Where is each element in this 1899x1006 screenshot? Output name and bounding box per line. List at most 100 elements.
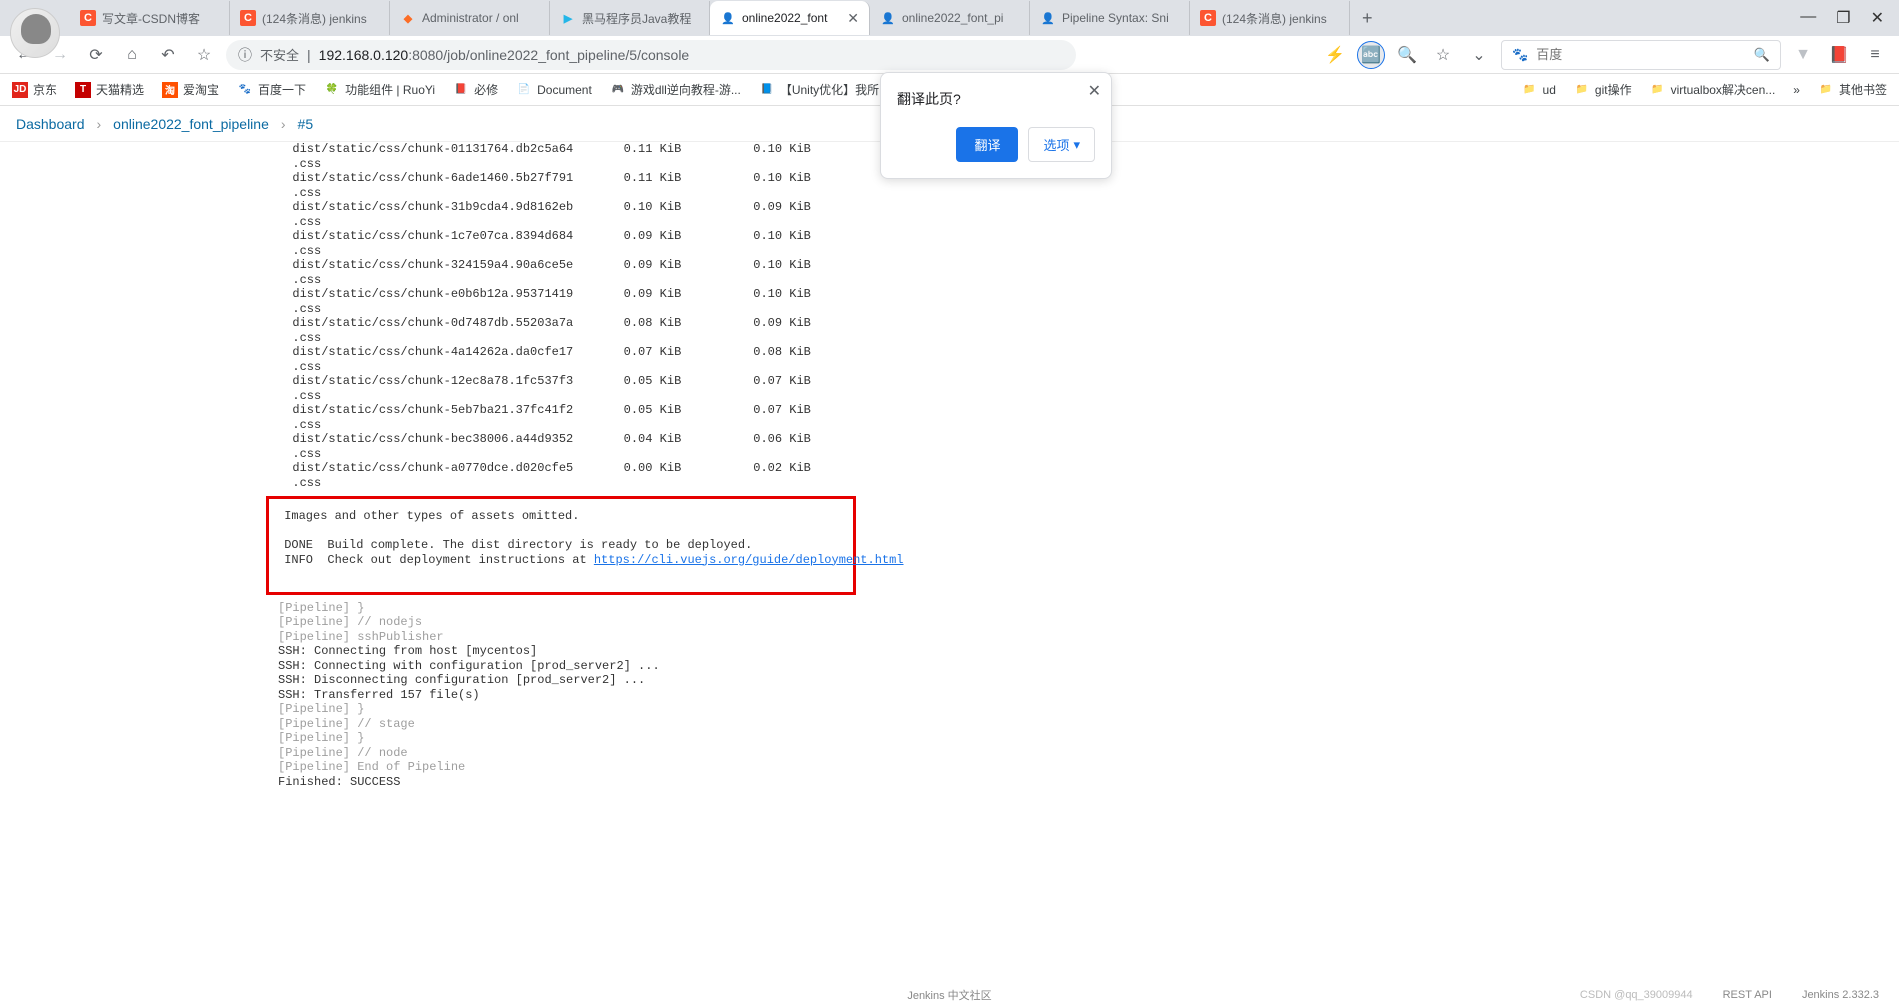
translate-button[interactable]: 翻译	[956, 127, 1018, 162]
home-button[interactable]: ⌂	[118, 41, 146, 69]
bookmark-item[interactable]: 淘爱淘宝	[162, 81, 219, 98]
rest-api-link[interactable]: REST API	[1723, 989, 1772, 1001]
bookmark-label: 【Unity优化】我所...	[780, 81, 889, 98]
browser-tab[interactable]: 👤online2022_font✕	[710, 1, 870, 35]
translate-title: 翻译此页?	[897, 89, 1095, 109]
translate-icon[interactable]: 🔤	[1357, 41, 1385, 69]
console-file-row: .css	[278, 389, 1899, 404]
bookmark-item[interactable]: 📄Document	[516, 81, 592, 98]
menu-icon[interactable]: ≡	[1861, 41, 1889, 69]
jenkins-community-link[interactable]: Jenkins 中文社区	[907, 987, 991, 1003]
tab-title: (124条消息) jenkins	[1222, 10, 1339, 27]
bookmark-item[interactable]: »	[1793, 83, 1800, 97]
console-line: Finished: SUCCESS	[278, 775, 1899, 790]
browser-tab[interactable]: C(124条消息) jenkins	[1190, 1, 1350, 35]
tab-title: online2022_font	[742, 11, 841, 25]
bookmark-label: ud	[1543, 83, 1556, 97]
profile-avatar[interactable]	[10, 8, 60, 58]
zoom-icon[interactable]: 🔍	[1393, 41, 1421, 69]
bookmark-label: git操作	[1595, 81, 1632, 98]
star-icon[interactable]: ☆	[1429, 41, 1457, 69]
bookmark-item[interactable]: 📁virtualbox解决cen...	[1650, 81, 1776, 98]
console-line: [Pipeline] }	[278, 731, 1899, 746]
bookmark-item[interactable]: JD京东	[12, 81, 57, 98]
browser-tab[interactable]: ◆Administrator / onl	[390, 1, 550, 35]
close-window-button[interactable]: ✕	[1871, 8, 1884, 28]
search-box[interactable]: 🐾 🔍	[1501, 40, 1781, 70]
browser-tab[interactable]: ▶黑马程序员Java教程	[550, 1, 710, 35]
address-bar[interactable]: ⓘ 不安全 | 192.168.0.120:8080/job/online202…	[226, 40, 1076, 70]
page-footer: Jenkins 中文社区 CSDN @qq_39009944 REST API …	[0, 984, 1899, 1006]
console-line: SSH: Transferred 157 file(s)	[278, 688, 1899, 703]
console-file-row: dist/static/css/chunk-a0770dce.d020cfe5 …	[278, 461, 1899, 476]
browser-tab[interactable]: C(124条消息) jenkins	[230, 1, 390, 35]
console-line: [Pipeline] }	[278, 702, 1899, 717]
browser-tab[interactable]: C写文章-CSDN博客	[70, 1, 230, 35]
info-icon[interactable]: ⓘ	[238, 45, 252, 65]
console-line: [Pipeline] }	[278, 601, 1899, 616]
gitlab-icon: ◆	[400, 10, 416, 26]
reload-button[interactable]: ⟳	[82, 41, 110, 69]
console-output: dist/static/css/chunk-01131764.db2c5a64 …	[0, 142, 1899, 789]
folder-icon: 📁	[1522, 82, 1538, 98]
bookmark-item[interactable]: 📁git操作	[1574, 81, 1632, 98]
bookmark-label: »	[1793, 83, 1800, 97]
minimize-button[interactable]: —	[1800, 8, 1816, 28]
bookmark-item[interactable]: 📘 【Unity优化】我所...	[759, 81, 889, 98]
bookmark-label: 必修	[474, 81, 498, 98]
filter-icon[interactable]: ▼	[1789, 41, 1817, 69]
breadcrumb-build[interactable]: #5	[298, 116, 314, 132]
tab-title: 写文章-CSDN博客	[102, 10, 219, 27]
bookmark-item[interactable]: 🎮游戏dll逆向教程-游...	[610, 81, 741, 98]
url-text: 192.168.0.120:8080/job/online2022_font_p…	[319, 47, 690, 63]
console-file-row: dist/static/css/chunk-31b9cda4.9d8162eb …	[278, 200, 1899, 215]
pdf-icon[interactable]: 📕	[1825, 41, 1853, 69]
bookmark-item[interactable]: 🍀功能组件 | RuoYi	[324, 81, 435, 98]
site-icon: ▶	[560, 10, 576, 26]
close-popup-button[interactable]: ✕	[1088, 81, 1101, 101]
bookmark-label: 其他书签	[1839, 81, 1887, 98]
bookmark-icon: 📘	[759, 82, 775, 98]
console-line: [Pipeline] sshPublisher	[278, 630, 1899, 645]
console-file-row: dist/static/css/chunk-bec38006.a44d9352 …	[278, 432, 1899, 447]
breadcrumb-dashboard[interactable]: Dashboard	[16, 116, 85, 132]
undo-button[interactable]: ↶	[154, 41, 182, 69]
console-file-row: .css	[278, 331, 1899, 346]
deployment-guide-link[interactable]: https://cli.vuejs.org/guide/deployment.h…	[594, 553, 904, 567]
new-tab-button[interactable]: +	[1350, 8, 1385, 29]
close-tab-button[interactable]: ✕	[847, 10, 859, 27]
csdn-icon: C	[240, 10, 256, 26]
console-file-row: .css	[278, 273, 1899, 288]
console-file-row: .css	[278, 186, 1899, 201]
browser-tab[interactable]: 👤online2022_font_pi	[870, 1, 1030, 35]
search-icon[interactable]: 🔍	[1754, 47, 1770, 63]
console-file-row: dist/static/css/chunk-324159a4.90a6ce5e …	[278, 258, 1899, 273]
console-line: [Pipeline] // nodejs	[278, 615, 1899, 630]
console-line: [Pipeline] // node	[278, 746, 1899, 761]
chevron-right-icon: ›	[281, 116, 286, 132]
highlighted-build-result: Images and other types of assets omitted…	[266, 496, 856, 595]
bookmark-label: 天猫精选	[96, 81, 144, 98]
bookmark-item[interactable]: 📕必修	[453, 81, 498, 98]
flash-icon[interactable]: ⚡	[1321, 41, 1349, 69]
breadcrumb-job[interactable]: online2022_font_pipeline	[113, 116, 269, 132]
build-done-line: DONE Build complete. The dist directory …	[277, 538, 845, 553]
browser-tab[interactable]: 👤Pipeline Syntax: Sni	[1030, 1, 1190, 35]
maximize-button[interactable]: ❐	[1836, 8, 1850, 28]
favorite-button[interactable]: ☆	[190, 41, 218, 69]
bookmark-icon: JD	[12, 82, 28, 98]
security-label: 不安全	[260, 45, 299, 64]
bookmark-item[interactable]: 📁 ud	[1522, 82, 1556, 98]
bookmark-item[interactable]: T天猫精选	[75, 81, 144, 98]
bookmark-icon: 📄	[516, 82, 532, 98]
deploy-info-line: INFO Check out deployment instructions a…	[277, 553, 845, 568]
search-input[interactable]	[1536, 47, 1746, 62]
translate-options-button[interactable]: 选项 ▾	[1028, 127, 1095, 162]
window-controls: — ❐ ✕	[1785, 0, 1899, 36]
chevron-down-icon[interactable]: ⌄	[1465, 41, 1493, 69]
bookmark-item[interactable]: 🐾百度一下	[237, 81, 306, 98]
console-file-row: dist/static/css/chunk-12ec8a78.1fc537f3 …	[278, 374, 1899, 389]
console-file-row: .css	[278, 302, 1899, 317]
bookmark-item[interactable]: 📁其他书签	[1818, 81, 1887, 98]
console-file-row: .css	[278, 418, 1899, 433]
